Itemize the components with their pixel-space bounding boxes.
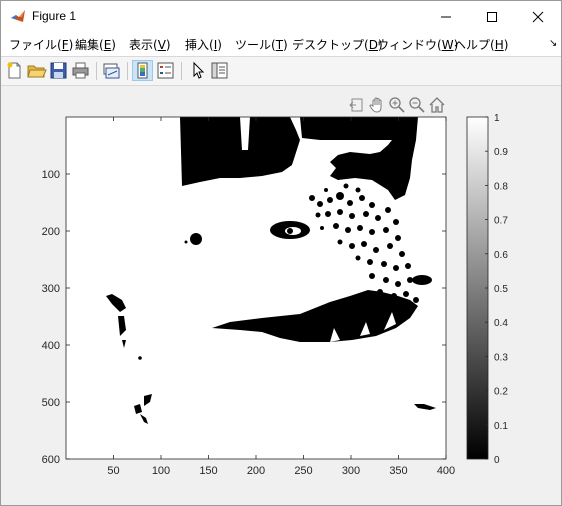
colorbar-axis: 0 0.1 0.2 0.3 0.4 0.5 0.6 0.7 0.8 0.9 1 bbox=[485, 113, 508, 466]
x-tick-label: 150 bbox=[199, 465, 217, 477]
x-tick-label: 350 bbox=[389, 465, 407, 477]
x-tick-label: 50 bbox=[107, 465, 119, 477]
y-tick-label: 500 bbox=[42, 397, 60, 409]
colorbar-tick-label: 0 bbox=[494, 455, 500, 466]
colorbar-tick-label: 0.1 bbox=[494, 421, 508, 432]
colorbar-tick-label: 0.3 bbox=[494, 352, 508, 363]
y-tick-label: 400 bbox=[42, 340, 60, 352]
colorbar[interactable] bbox=[466, 116, 489, 460]
y-tick-label: 300 bbox=[42, 283, 60, 295]
colorbar-tick-label: 0.2 bbox=[494, 387, 508, 398]
colorbar-tick-label: 1 bbox=[494, 113, 500, 124]
y-tick-label: 200 bbox=[42, 226, 60, 238]
colorbar-tick-label: 0.7 bbox=[494, 216, 508, 227]
colorbar-tick-label: 0.9 bbox=[494, 147, 508, 158]
colorbar-tick-label: 0.8 bbox=[494, 181, 508, 192]
y-tick-label: 600 bbox=[42, 454, 60, 466]
colorbar-tick-label: 0.5 bbox=[494, 284, 508, 295]
x-tick-label: 200 bbox=[247, 465, 265, 477]
figure-canvas: 50 100 150 200 250 300 350 400 100 200 300 400 500 6… bbox=[42, 113, 509, 477]
x-tick-label: 300 bbox=[342, 465, 360, 477]
colorbar-tick-label: 0.6 bbox=[494, 250, 508, 261]
x-tick-label: 100 bbox=[152, 465, 170, 477]
y-tick-label: 100 bbox=[42, 169, 60, 181]
x-tick-label: 400 bbox=[437, 465, 455, 477]
x-tick-label: 250 bbox=[294, 465, 312, 477]
colorbar-tick-label: 0.4 bbox=[494, 318, 508, 329]
